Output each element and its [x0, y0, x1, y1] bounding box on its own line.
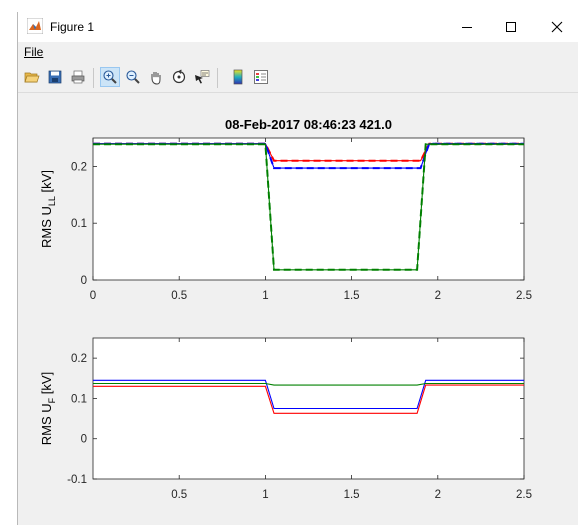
axes-box: [92, 137, 525, 281]
x-tick-label: 0.5: [171, 290, 187, 302]
colorbar-button[interactable]: [228, 67, 248, 87]
x-tick-label: 2: [435, 489, 441, 501]
title-bar[interactable]: Figure 1: [18, 12, 578, 42]
x-tick-label: 1.5: [344, 290, 360, 302]
zoom-out-button[interactable]: [123, 67, 143, 87]
y-tick-label: -0.1: [67, 474, 87, 486]
y-axis-label: RMS UF [kV]: [39, 372, 57, 445]
figure-window: Figure 1 File 08-Feb-2017 08:46:23 421.0…: [17, 12, 578, 525]
figure-canvas: 08-Feb-2017 08:46:23 421.0 0 0.5 1 1.5 2 2.5 0 0…: [18, 93, 578, 525]
chart-title: 08-Feb-2017 08:46:23 421.0: [225, 117, 392, 132]
legend-icon: [254, 70, 268, 84]
rotate-3d-button[interactable]: [169, 67, 189, 87]
plot-area[interactable]: 08-Feb-2017 08:46:23 421.00 0.5 1 1.5 2 2.500…: [18, 93, 578, 525]
zoom-out-icon: [126, 70, 140, 84]
folder-open-icon: [24, 72, 40, 83]
y-tick-label: 0.2: [71, 353, 87, 365]
y-tick-label: 0.2: [71, 161, 87, 173]
y-axis-label: RMS ULL [kV]: [39, 170, 57, 248]
save-button[interactable]: [45, 67, 65, 87]
zoom-in-button[interactable]: [100, 67, 120, 87]
y-tick-label: 0: [81, 434, 87, 446]
maximize-button[interactable]: [489, 14, 533, 40]
colorbar-icon: [233, 69, 243, 85]
close-icon: [551, 21, 563, 33]
minimize-icon: [462, 27, 472, 28]
x-tick-label: 1: [262, 489, 268, 501]
x-tick-label: 0: [90, 290, 96, 302]
pan-hand-icon: [151, 72, 161, 85]
zoom-in-icon: [103, 70, 117, 84]
save-icon: [48, 70, 62, 84]
data-cursor-icon: [195, 70, 210, 84]
pan-button[interactable]: [146, 67, 166, 87]
print-icon: [71, 70, 85, 84]
legend-button[interactable]: [251, 67, 271, 87]
close-button[interactable]: [535, 14, 578, 40]
toolbar-separator: [217, 68, 218, 88]
maximize-icon: [506, 22, 516, 32]
y-tick-label: 0.1: [71, 393, 87, 405]
y-tick-label: 0: [81, 275, 87, 287]
x-tick-label: 2.5: [516, 290, 532, 302]
x-tick-label: 0.5: [171, 489, 187, 501]
window-title: Figure 1: [50, 20, 95, 34]
x-tick-label: 2: [435, 290, 441, 302]
open-file-button[interactable]: [22, 67, 42, 87]
toolbar-separator: [93, 68, 94, 88]
minimize-button[interactable]: [445, 14, 489, 40]
x-tick-label: 1.5: [344, 489, 360, 501]
menu-bar: File: [18, 42, 578, 62]
data-cursor-button[interactable]: [192, 67, 212, 87]
rotate-icon: [172, 69, 186, 84]
figure-toolbar: [18, 64, 578, 93]
x-tick-label: 2.5: [516, 489, 532, 501]
menu-file[interactable]: File: [24, 45, 43, 59]
y-tick-label: 0.1: [71, 218, 87, 230]
print-button[interactable]: [68, 67, 88, 87]
x-tick-label: 1: [262, 290, 268, 302]
matlab-icon: [27, 18, 43, 34]
